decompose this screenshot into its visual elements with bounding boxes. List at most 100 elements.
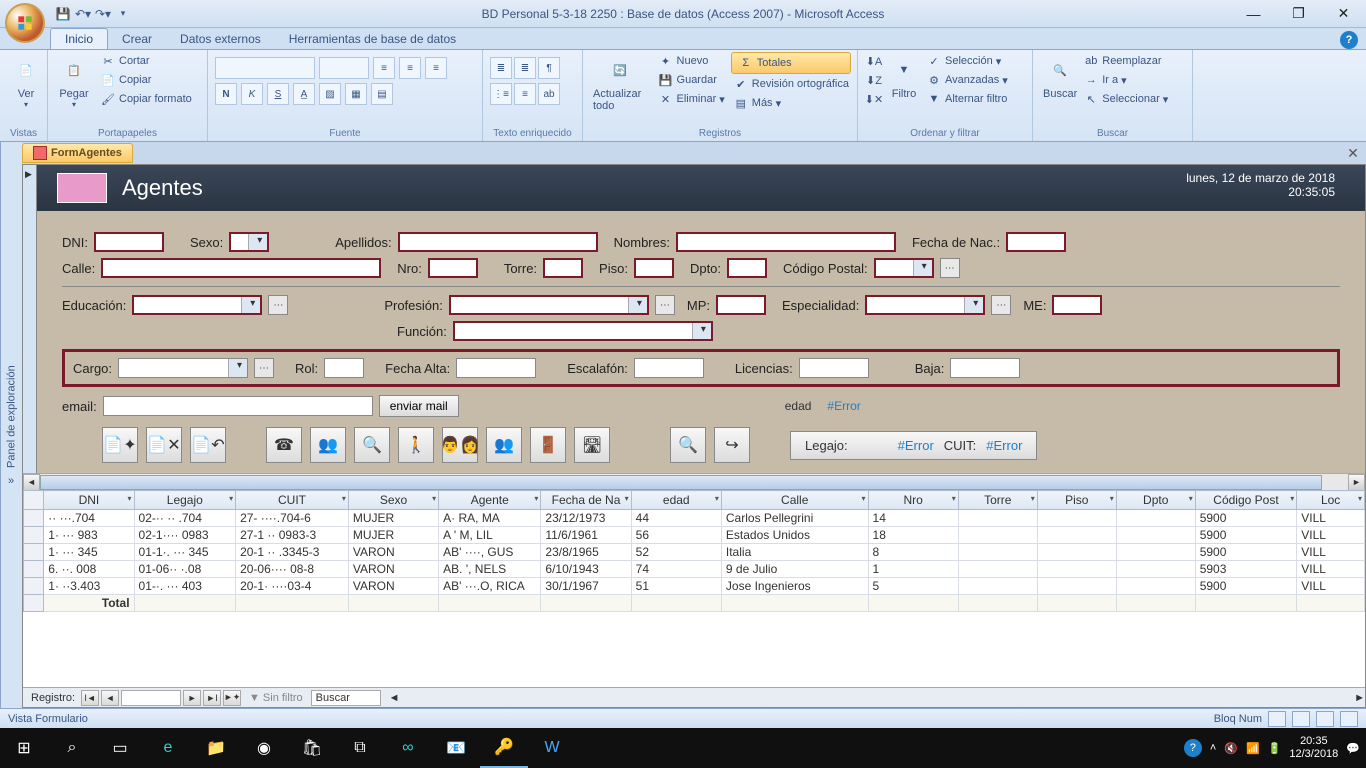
column-header[interactable]: Sexo▾ <box>348 491 438 510</box>
chrome-icon[interactable]: ◉ <box>240 728 288 768</box>
column-header[interactable]: Loc▾ <box>1297 491 1365 510</box>
owa-icon[interactable]: 📧 <box>432 728 480 768</box>
nav-last-button[interactable]: ►I <box>203 690 221 706</box>
close-tab-button[interactable]: ✕ <box>1344 144 1362 162</box>
seleccion-button[interactable]: ✓Selección ▾ <box>924 52 1010 70</box>
input-fecha-nac[interactable] <box>1006 232 1066 252</box>
tab-inicio[interactable]: Inicio <box>50 28 108 49</box>
input-email[interactable] <box>103 396 373 416</box>
maximize-button[interactable]: ❐ <box>1276 0 1321 28</box>
ltr-button[interactable]: ¶ <box>538 57 560 79</box>
input-escalafon[interactable] <box>634 358 704 378</box>
educacion-more-button[interactable]: ⋯ <box>268 295 288 315</box>
combo-cargo[interactable] <box>118 358 248 378</box>
combo-educacion[interactable] <box>132 295 262 315</box>
person-button[interactable]: 🚶 <box>398 427 434 463</box>
edge-icon[interactable]: e <box>144 728 192 768</box>
datasheet-view-button[interactable] <box>1292 711 1310 727</box>
tab-datos-externos[interactable]: Datos externos <box>166 29 275 49</box>
minimize-button[interactable]: — <box>1231 0 1276 28</box>
table-row[interactable]: ·· ···.70402-·· ·· .70427- ····.704-6MUJ… <box>24 510 1365 527</box>
bullets-button[interactable]: ⋮≡ <box>490 83 512 105</box>
save-record-button[interactable]: 📄↶ <box>190 427 226 463</box>
eliminar-button[interactable]: ✕Eliminar ▾ <box>656 90 727 108</box>
record-selector[interactable] <box>23 165 37 473</box>
nuevo-button[interactable]: ✦Nuevo <box>656 52 727 70</box>
input-baja[interactable] <box>950 358 1020 378</box>
profesion-more-button[interactable]: ⋯ <box>655 295 675 315</box>
exit-button[interactable]: 🚪 <box>530 427 566 463</box>
close-button[interactable]: ✕ <box>1321 0 1366 28</box>
hscroll-right[interactable]: ► <box>1354 692 1365 704</box>
align-left-button[interactable]: ≡ <box>373 57 395 79</box>
column-header[interactable]: CUIT▾ <box>236 491 349 510</box>
seleccionar-button[interactable]: ↖Seleccionar ▾ <box>1081 90 1170 108</box>
input-nro[interactable] <box>428 258 478 278</box>
input-me[interactable] <box>1052 295 1102 315</box>
combo-sexo[interactable] <box>229 232 269 252</box>
new-record-button[interactable]: 📄✦ <box>102 427 138 463</box>
column-header[interactable]: Torre▾ <box>958 491 1037 510</box>
redo-icon[interactable]: ↷▾ <box>95 6 111 22</box>
input-licencias[interactable] <box>799 358 869 378</box>
decrease-indent-button[interactable]: ≣ <box>490 57 512 79</box>
notifications-icon[interactable]: 💬 <box>1346 742 1360 755</box>
people-button[interactable]: 👥 <box>486 427 522 463</box>
access-icon[interactable]: 🔑 <box>480 728 528 768</box>
vscode-icon[interactable]: ∞ <box>384 728 432 768</box>
form-h-scrollbar[interactable]: ◄► <box>23 473 1365 490</box>
copiar-button[interactable]: 📄Copiar <box>98 71 194 89</box>
table-row[interactable]: 1· ··3.40301-·. ··· 40320-1· ····03-4VAR… <box>24 578 1365 595</box>
gridlines-button[interactable]: ▦ <box>345 83 367 105</box>
buscar-button[interactable]: 🔍Buscar <box>1039 52 1081 102</box>
filtro-button[interactable]: ▼Filtro <box>884 52 924 102</box>
word-icon[interactable]: W <box>528 728 576 768</box>
tray-speaker-icon[interactable]: 🔇 <box>1224 742 1238 755</box>
input-torre[interactable] <box>543 258 583 278</box>
tab-herramientas[interactable]: Herramientas de base de datos <box>275 29 470 49</box>
input-rol[interactable] <box>324 358 364 378</box>
taskview-icon[interactable]: ▭ <box>96 728 144 768</box>
tray-up-icon[interactable]: ˄ <box>1210 742 1216 754</box>
align-center-button[interactable]: ≡ <box>399 57 421 79</box>
dropbox-icon[interactable]: ⧉ <box>336 728 384 768</box>
cargo-more-button[interactable]: ⋯ <box>254 358 274 378</box>
filter-indicator[interactable]: ▼ Sin filtro <box>243 692 309 704</box>
design-view-button[interactable] <box>1340 711 1358 727</box>
explorer-icon[interactable]: 📁 <box>192 728 240 768</box>
guardar-button[interactable]: 💾Guardar <box>656 71 727 89</box>
align-right-button[interactable]: ≡ <box>425 57 447 79</box>
tab-crear[interactable]: Crear <box>108 29 166 49</box>
actualizar-button[interactable]: 🔄Actualizar todo <box>589 52 652 114</box>
hscroll-left[interactable]: ◄ <box>389 692 400 704</box>
especialidad-more-button[interactable]: ⋯ <box>991 295 1011 315</box>
column-header[interactable]: Código Post▾ <box>1195 491 1297 510</box>
column-header[interactable]: DNI▾ <box>44 491 134 510</box>
font-selector[interactable] <box>215 57 315 79</box>
form-view-button[interactable] <box>1268 711 1286 727</box>
road-button[interactable]: 🛣 <box>574 427 610 463</box>
column-header[interactable]: Dpto▾ <box>1116 491 1195 510</box>
column-header[interactable]: edad▾ <box>631 491 721 510</box>
fill-color-button[interactable]: ▨ <box>319 83 341 105</box>
font-color-button[interactable]: A̲ <box>293 83 315 105</box>
family-button[interactable]: 👥 <box>310 427 346 463</box>
tray-battery-icon[interactable]: 🔋 <box>1268 742 1282 755</box>
combo-funcion[interactable] <box>453 321 713 341</box>
record-number-input[interactable] <box>121 690 181 706</box>
increase-indent-button[interactable]: ≣ <box>514 57 536 79</box>
combo-cp[interactable] <box>874 258 934 278</box>
italic-button[interactable]: K <box>241 83 263 105</box>
group-button[interactable]: 👨‍👩 <box>442 427 478 463</box>
cp-more-button[interactable]: ⋯ <box>940 258 960 278</box>
save-icon[interactable]: 💾 <box>55 6 71 22</box>
close-form-button[interactable]: ↪ <box>714 427 750 463</box>
input-calle[interactable] <box>101 258 381 278</box>
column-header[interactable]: Calle▾ <box>721 491 868 510</box>
table-row[interactable]: 1· ··· 98302-1···· 098327-1 ·· 0983-3MUJ… <box>24 527 1365 544</box>
totales-button[interactable]: ΣTotales <box>731 52 851 74</box>
find-button[interactable]: 🔍 <box>670 427 706 463</box>
underline-button[interactable]: S <box>267 83 289 105</box>
input-nombres[interactable] <box>676 232 896 252</box>
column-header[interactable]: Piso▾ <box>1037 491 1116 510</box>
